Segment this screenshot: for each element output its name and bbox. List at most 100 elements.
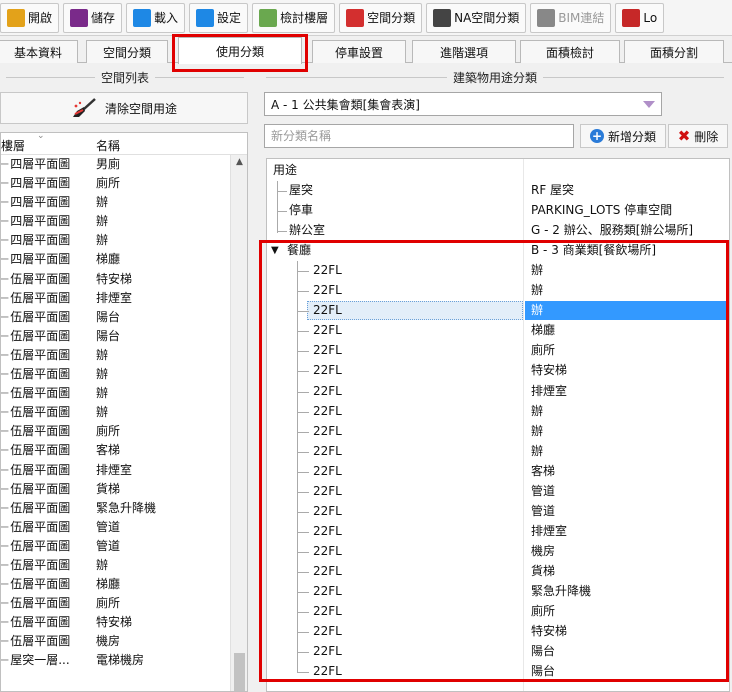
tree-child-name: 貨梯	[531, 563, 556, 578]
space-table-row[interactable]: 伍層平面圖 陽台	[1, 327, 247, 346]
tab-parking[interactable]: 停車設置	[312, 40, 406, 63]
tree-child-row[interactable]: 22FL 緊急升降機	[267, 582, 729, 601]
download-toolbar-button[interactable]: 載入	[126, 2, 186, 33]
tree-child-row[interactable]: 22FL 特安梯	[267, 361, 729, 380]
space-floor-cell: 伍層平面圖	[1, 537, 70, 556]
space-table-row[interactable]: 伍層平面圖 陽台	[1, 308, 247, 327]
tree-child-name: 特安梯	[531, 363, 568, 378]
space-table-row[interactable]: 伍層平面圖 辦	[1, 365, 247, 384]
space-table-row[interactable]: 伍層平面圖 機房	[1, 632, 247, 651]
space-name-cell: 梯廳	[96, 577, 121, 592]
tree-child-row[interactable]: 22FL 陽台	[267, 642, 729, 661]
tree-child-name: 排煙室	[531, 523, 568, 538]
tree-child-row[interactable]: 22FL 辦	[267, 422, 729, 441]
link-toolbar-button[interactable]: BIM連結	[530, 2, 612, 33]
toolbar: 開啟 儲存 載入 設定 檢討樓層 空間分類 NA空間分類 BIM連結 Lo	[0, 0, 732, 36]
space-table-row[interactable]: 四層平面圖 梯廳	[1, 250, 247, 269]
tab-area-review[interactable]: 面積檢討	[520, 40, 620, 63]
space-floor-cell: 伍層平面圖	[1, 308, 70, 327]
gear-toolbar-button[interactable]: 設定	[189, 2, 249, 33]
space-table-row[interactable]: 伍層平面圖 廁所	[1, 594, 247, 613]
space-table-row[interactable]: 伍層平面圖 管道	[1, 518, 247, 537]
tree-header-usage[interactable]: 用途	[273, 161, 297, 180]
scrollbar-thumb[interactable]	[234, 653, 245, 691]
tree-child-floor: 22FL	[313, 624, 342, 639]
space-table-row[interactable]: 四層平面圖 辦	[1, 212, 247, 231]
space-rows: 四層平面圖男廁四層平面圖廁所四層平面圖辦四層平面圖辦四層平面圖辦四層平面圖梯廳伍…	[1, 155, 247, 671]
folder-open-toolbar-button[interactable]: 開啟	[0, 2, 60, 33]
scroll-up-icon[interactable]: ▲	[231, 157, 247, 167]
space-table-row[interactable]: 伍層平面圖 辦	[1, 384, 247, 403]
tab-advanced[interactable]: 進階選項	[412, 40, 516, 63]
tree-child-floor: 22FL	[313, 604, 342, 619]
floor-blocks-icon	[259, 8, 278, 27]
tree-child-row[interactable]: 22FL 排煙室	[267, 382, 729, 401]
floor-blocks-toolbar-button[interactable]: 檢討樓層	[252, 2, 336, 33]
space-table-row[interactable]: 伍層平面圖 辦	[1, 346, 247, 365]
clear-usage-button[interactable]: 清除空間用途	[0, 92, 248, 124]
space-table-scrollbar[interactable]: ▲	[230, 155, 247, 691]
tree-child-row[interactable]: 22FL 特安梯	[267, 622, 729, 641]
tree-child-row[interactable]: 22FL 管道	[267, 502, 729, 521]
tree-child-row[interactable]: 22FL 客梯	[267, 462, 729, 481]
tree-child-row[interactable]: 22FL 辦	[267, 281, 729, 300]
tree-child-row[interactable]: 22FL 梯廳	[267, 321, 729, 340]
expand-triangle-icon[interactable]: ▼	[271, 241, 279, 260]
tree-group-row[interactable]: ▼ 餐廳 B - 3 商業類[餐飲場所]	[267, 241, 729, 260]
save-disk-toolbar-button[interactable]: 儲存	[63, 2, 123, 33]
space-table-row[interactable]: 伍層平面圖 管道	[1, 537, 247, 556]
space-table-row[interactable]: 四層平面圖 男廁	[1, 155, 247, 174]
space-name-cell: 辦	[96, 367, 109, 382]
tree-child-row[interactable]: 22FL 辦	[267, 442, 729, 461]
space-table-row[interactable]: 伍層平面圖 廁所	[1, 422, 247, 441]
delete-category-button[interactable]: ✖ 刪除	[668, 124, 728, 148]
space-table-row[interactable]: 伍層平面圖 辦	[1, 403, 247, 422]
column-floor-header[interactable]: 樓層	[1, 137, 25, 154]
tree-connector	[297, 431, 309, 433]
tree-child-row[interactable]: 22FL 廁所	[267, 602, 729, 621]
space-name-cell: 辦	[96, 405, 109, 420]
na-classify-toolbar-button[interactable]: NA空間分類	[426, 2, 527, 33]
space-table-row[interactable]: 伍層平面圖 客梯	[1, 441, 247, 460]
space-table-row[interactable]: 伍層平面圖 排煙室	[1, 289, 247, 308]
tab-usage-classify[interactable]: 使用分類	[178, 37, 302, 64]
tree-child-row[interactable]: 22FL 辦	[267, 261, 729, 280]
space-table-row[interactable]: 伍層平面圖 緊急升降機	[1, 499, 247, 518]
tree-child-row[interactable]: 22FL 辦	[267, 402, 729, 421]
log-toolbar-button[interactable]: Lo	[615, 2, 665, 33]
space-table-row[interactable]: 伍層平面圖 梯廳	[1, 575, 247, 594]
space-table-row[interactable]: 伍層平面圖 特安梯	[1, 270, 247, 289]
space-table-row[interactable]: 四層平面圖 廁所	[1, 174, 247, 193]
tree-item[interactable]: 屋突 RF 屋突	[267, 181, 729, 200]
dropdown-arrow-icon[interactable]	[643, 101, 655, 108]
tree-child-row[interactable]: 22FL 管道	[267, 482, 729, 501]
space-name-cell: 辦	[96, 557, 109, 572]
space-table-row[interactable]: 伍層平面圖 排煙室	[1, 461, 247, 480]
tree-child-row[interactable]: 22FL 辦	[267, 301, 729, 320]
tree-child-row[interactable]: 22FL 貨梯	[267, 562, 729, 581]
space-classify-toolbar-button[interactable]: 空間分類	[339, 2, 423, 33]
space-list-title: 空間列表	[0, 70, 250, 85]
space-table-row[interactable]: 四層平面圖 辦	[1, 193, 247, 212]
space-table-row[interactable]: 屋突一層... 電梯機房	[1, 651, 247, 670]
new-category-name-input[interactable]	[264, 124, 574, 148]
tree-item[interactable]: 辦公室 G - 2 辦公、服務類[辦公場所]	[267, 221, 729, 240]
tree-child-name: 管道	[531, 503, 556, 518]
space-floor-cell: 伍層平面圖	[1, 441, 70, 460]
tree-child-row[interactable]: 22FL 陽台	[267, 662, 729, 681]
tree-item[interactable]: 停車 PARKING_LOTS 停車空間	[267, 201, 729, 220]
space-table-row[interactable]: 伍層平面圖 辦	[1, 556, 247, 575]
tree-child-row[interactable]: 22FL 廁所	[267, 341, 729, 360]
tab-area-split[interactable]: 面積分割	[624, 40, 724, 63]
category-select[interactable]: A - 1 公共集會類[集會表演]	[264, 92, 662, 116]
column-name-header[interactable]: 名稱	[96, 137, 120, 154]
tree-child-floor: 22FL	[313, 303, 342, 318]
space-table-row[interactable]: 伍層平面圖 特安梯	[1, 613, 247, 632]
add-category-button[interactable]: + 新增分類	[580, 124, 666, 148]
space-table-row[interactable]: 伍層平面圖 貨梯	[1, 480, 247, 499]
tree-child-row[interactable]: 22FL 機房	[267, 542, 729, 561]
tree-child-row[interactable]: 22FL 排煙室	[267, 522, 729, 541]
space-table-row[interactable]: 四層平面圖 辦	[1, 231, 247, 250]
tab-space-classify[interactable]: 空間分類	[86, 40, 168, 63]
tab-basic-info[interactable]: 基本資料	[0, 40, 78, 63]
